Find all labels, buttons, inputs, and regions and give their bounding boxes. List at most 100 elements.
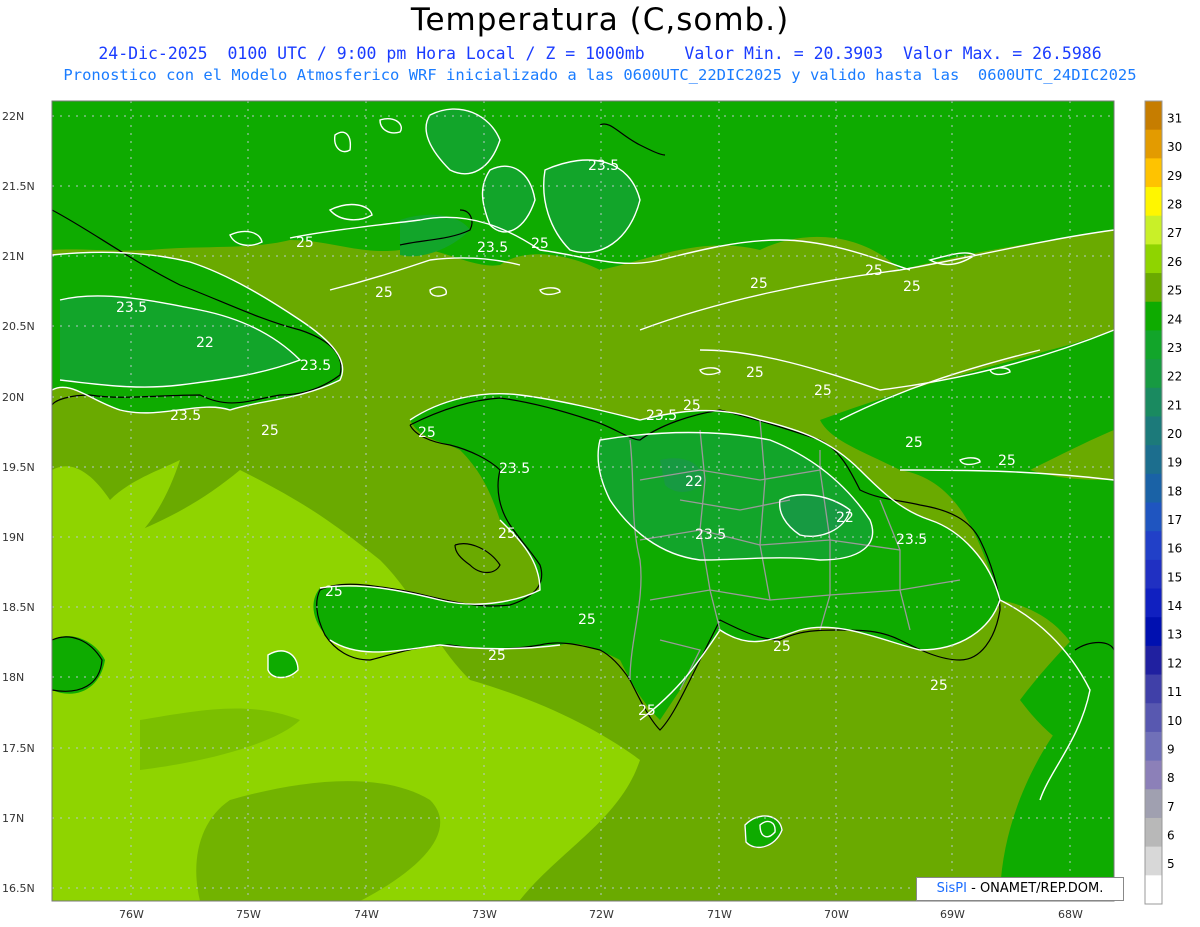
colorbar-swatch [1145, 129, 1162, 159]
colorbar-swatch [1145, 703, 1162, 733]
contour-label: 25 [683, 398, 701, 414]
colorbar-label: 28 [1167, 198, 1182, 212]
colorbar-label: 17 [1167, 513, 1182, 527]
colorbar-swatch [1145, 187, 1162, 217]
contour-label: 25 [930, 678, 948, 694]
lon-label: 71W [707, 908, 732, 921]
lat-label: 17.5N [2, 742, 35, 755]
colorbar-swatch [1145, 502, 1162, 532]
colorbar-label: 16 [1167, 542, 1182, 556]
colorbar-swatch [1145, 445, 1162, 475]
lon-label: 74W [354, 908, 379, 921]
colorbar-swatch [1145, 158, 1162, 188]
colorbar-label: 12 [1167, 656, 1182, 670]
colorbar: 31 30 29 28 27 26 25 24 23 22 21 20 19 18 17 16 15 14 13 12… [1144, 100, 1182, 905]
contour-label: 25 [531, 236, 549, 252]
contour-label: 25 [905, 435, 923, 451]
lat-label: 18.5N [2, 601, 35, 614]
contour-label: 22 [196, 335, 214, 351]
colorbar-label: 7 [1167, 800, 1175, 814]
contour-label: 23.5 [477, 240, 508, 256]
colorbar-label: 31 [1167, 112, 1182, 126]
colorbar-swatch [1145, 760, 1162, 790]
lon-label: 69W [940, 908, 965, 921]
colorbar-swatch [1145, 387, 1162, 417]
colorbar-swatch [1145, 359, 1162, 389]
colorbar-swatch [1145, 674, 1162, 704]
contour-label: 25 [578, 612, 596, 628]
contour-label: 23.5 [646, 408, 677, 424]
colorbar-swatch [1145, 846, 1162, 876]
colorbar-swatch [1145, 875, 1162, 905]
longitude-axis: 76W 75W 74W 73W 72W 71W 70W 69W 68W [119, 908, 1083, 921]
lat-label: 21.5N [2, 180, 35, 193]
colorbar-swatch [1145, 817, 1162, 848]
colorbar-swatch [1145, 731, 1162, 762]
contour-label: 25 [773, 639, 791, 655]
colorbar-label: 11 [1167, 685, 1182, 699]
colorbar-swatch [1145, 531, 1162, 561]
lon-label: 76W [119, 908, 144, 921]
colorbar-swatch [1145, 559, 1162, 590]
contour-label: 22 [685, 474, 703, 490]
lat-label: 21N [2, 250, 24, 263]
colorbar-label: 13 [1167, 628, 1182, 642]
colorbar-label: 8 [1167, 771, 1175, 785]
contour-label: 25 [750, 276, 768, 292]
contour-label: 25 [638, 703, 656, 719]
contour-label: 23.5 [499, 461, 530, 477]
contour-label: 25 [418, 425, 436, 441]
colorbar-swatch [1145, 273, 1162, 303]
colorbar-label: 23 [1167, 341, 1182, 355]
colorbar-label: 29 [1167, 169, 1182, 183]
colorbar-swatch [1145, 101, 1162, 131]
lat-label: 16.5N [2, 882, 35, 895]
contour-label: 25 [296, 235, 314, 251]
contour-label: 23.5 [300, 358, 331, 374]
colorbar-label: 20 [1167, 427, 1182, 441]
lat-label: 18N [2, 671, 24, 684]
lon-label: 70W [824, 908, 849, 921]
lat-label: 22N [2, 110, 24, 123]
contour-label: 25 [998, 453, 1016, 469]
contour-label: 23.5 [170, 408, 201, 424]
lon-label: 75W [236, 908, 261, 921]
colorbar-label: 21 [1167, 398, 1182, 412]
contour-label: 23.5 [116, 300, 147, 316]
lat-label: 19N [2, 531, 24, 544]
colorbar-label: 6 [1167, 828, 1175, 842]
colorbar-label: 27 [1167, 226, 1182, 240]
colorbar-swatch [1145, 473, 1162, 503]
colorbar-label: 19 [1167, 456, 1182, 470]
colorbar-swatch [1145, 215, 1162, 245]
colorbar-swatch [1145, 588, 1162, 618]
lat-label: 17N [2, 812, 24, 825]
lon-label: 72W [589, 908, 614, 921]
lon-label: 68W [1058, 908, 1083, 921]
colorbar-label: 10 [1167, 714, 1182, 728]
contour-label: 25 [814, 383, 832, 399]
lon-label: 73W [472, 908, 497, 921]
colorbar-swatch [1145, 617, 1162, 647]
credit-box: SisPI - ONAMET/REP.DOM. [916, 877, 1124, 901]
colorbar-label: 18 [1167, 484, 1182, 498]
contour-label: 25 [498, 526, 516, 542]
contour-label: 23.5 [695, 527, 726, 543]
contour-label: 23.5 [896, 532, 927, 548]
colorbar-swatch [1145, 301, 1162, 331]
contour-label: 25 [746, 365, 764, 381]
contour-label: 22 [836, 510, 854, 526]
temperature-field: 23.5 25 25 25 23.5 25 22 23.5 23.5 25 25… [52, 101, 1114, 901]
colorbar-label: 26 [1167, 255, 1182, 269]
colorbar-swatch [1145, 416, 1162, 446]
colorbar-swatch [1145, 330, 1162, 360]
colorbar-label: 24 [1167, 312, 1182, 326]
contour-label: 25 [903, 279, 921, 295]
contour-label: 25 [325, 584, 343, 600]
colorbar-swatch [1145, 789, 1162, 819]
contour-label: 25 [261, 423, 279, 439]
colorbar-label: 15 [1167, 570, 1182, 584]
credit-text: - ONAMET/REP.DOM. [966, 881, 1104, 896]
colorbar-label: 14 [1167, 599, 1182, 613]
contour-label: 25 [865, 263, 883, 279]
